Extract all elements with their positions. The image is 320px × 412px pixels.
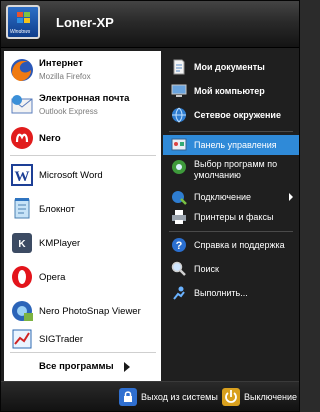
svg-text:W: W — [15, 169, 30, 185]
right-pane-divider — [169, 131, 293, 132]
pinned-item-title: Nero — [39, 133, 61, 144]
left-pane: Интернет Mozilla Firefox Электронная поч… — [4, 51, 161, 381]
recent-item-title: Nero PhotoSnap Viewer — [39, 306, 141, 317]
place-network[interactable]: Сетевое окружение — [163, 105, 299, 125]
start-menu: Windows Loner-XP Интернет Mozilla Firefo… — [0, 0, 300, 412]
place-label: Сетевое окружение — [194, 110, 281, 120]
place-connect[interactable]: Подключение — [163, 187, 299, 207]
logoff-label: Выход из системы — [141, 392, 218, 402]
recent-item-notepad[interactable]: Блокнот — [4, 192, 161, 226]
pinned-item-subtitle: Mozilla Firefox — [39, 72, 91, 81]
username: Loner-XP — [56, 15, 114, 30]
notepad-icon — [14, 198, 30, 219]
pinned-item-internet[interactable]: Интернет Mozilla Firefox — [4, 53, 161, 87]
pinned-item-nero[interactable]: Nero — [4, 121, 161, 155]
place-my-computer[interactable]: Мой компьютер — [163, 81, 299, 101]
recent-item-title: Opera — [39, 272, 66, 283]
shutdown-label: Выключение — [244, 392, 298, 402]
place-label: Панель управления — [194, 140, 277, 150]
right-pane: Мои документы Мой компьютер Сетевое окру… — [163, 51, 299, 381]
chevron-right-icon — [124, 362, 130, 372]
place-printers[interactable]: Принтеры и факсы — [163, 207, 299, 227]
computer-icon — [171, 84, 187, 97]
place-control-panel[interactable]: Панель управления — [163, 135, 299, 155]
pinned-item-title: Интернет — [39, 58, 83, 69]
word-icon: W — [11, 164, 33, 186]
recent-item-title: SIGTrader — [39, 334, 83, 345]
control-panel-icon — [171, 138, 187, 151]
network-icon — [172, 107, 186, 123]
all-programs-button[interactable]: Все программы — [4, 353, 161, 381]
photosnap-icon — [12, 301, 33, 321]
right-pane-divider — [169, 231, 293, 232]
avatar-caption: Windows — [10, 29, 31, 35]
place-label: Подключение — [194, 192, 252, 202]
sigtrader-icon — [12, 329, 32, 349]
start-menu-header: Windows Loner-XP — [1, 1, 299, 48]
all-programs-label: Все программы — [39, 361, 114, 372]
run-icon — [173, 286, 185, 300]
firefox-icon — [11, 59, 33, 81]
connect-icon — [172, 191, 187, 205]
left-pane-divider — [10, 155, 156, 156]
place-label: Выбор программ по умолчанию — [194, 159, 278, 180]
nero-icon — [11, 127, 33, 149]
search-icon — [171, 261, 186, 276]
place-label: Мой компьютер — [194, 86, 265, 96]
printer-icon — [172, 210, 186, 224]
recent-item-sigtrader[interactable]: SIGTrader — [4, 322, 161, 356]
pinned-item-subtitle: Outlook Express — [39, 107, 98, 116]
pinned-item-title: Электронная почта — [39, 93, 130, 104]
recent-item-opera[interactable]: Opera — [4, 260, 161, 294]
place-run[interactable]: Выполнить... — [163, 283, 299, 303]
recent-item-word[interactable]: W Microsoft Word — [4, 158, 161, 192]
kmplayer-icon: K — [12, 233, 32, 253]
place-search[interactable]: Поиск — [163, 259, 299, 279]
user-avatar[interactable]: Windows — [6, 5, 40, 39]
place-label: Мои документы — [194, 62, 265, 72]
help-icon: ? — [172, 238, 186, 252]
start-menu-footer: Выход из системы Выключение — [1, 381, 299, 411]
place-my-documents[interactable]: Мои документы — [163, 57, 299, 77]
recent-item-title: KMPlayer — [39, 238, 81, 249]
svg-text:K: K — [18, 239, 26, 250]
place-label: Поиск — [194, 264, 219, 274]
place-label: Выполнить... — [194, 288, 248, 298]
power-icon — [222, 388, 240, 406]
opera-icon — [12, 266, 32, 288]
pinned-item-email[interactable]: Электронная почта Outlook Express — [4, 88, 161, 122]
lock-icon — [119, 388, 137, 406]
recent-item-title: Microsoft Word — [39, 170, 103, 181]
outlook-express-icon — [11, 95, 33, 114]
windows-logo-icon — [17, 12, 31, 25]
recent-item-kmplayer[interactable]: K KMPlayer — [4, 226, 161, 260]
place-help[interactable]: ? Справка и поддержка — [163, 235, 299, 255]
chevron-right-icon — [289, 193, 293, 201]
documents-icon — [173, 59, 185, 75]
place-label: Принтеры и факсы — [194, 212, 274, 222]
svg-text:?: ? — [176, 240, 183, 252]
place-label: Справка и поддержка — [194, 240, 285, 250]
place-default-programs[interactable]: Выбор программ по умолчанию — [163, 157, 299, 185]
recent-item-title: Блокнот — [39, 204, 75, 215]
default-programs-icon — [172, 160, 186, 174]
